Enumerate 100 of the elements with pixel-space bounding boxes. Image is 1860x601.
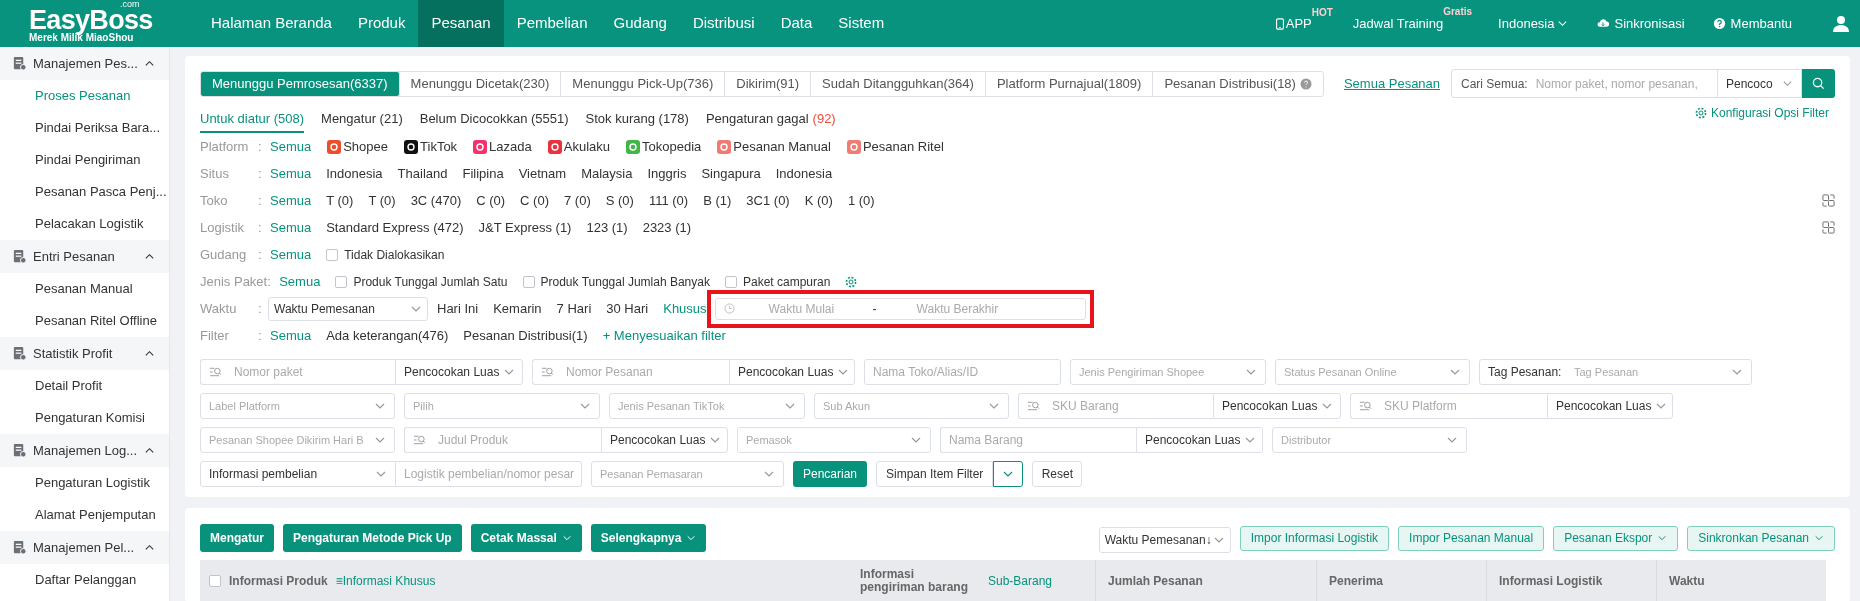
filter-option[interactable]: C (0) xyxy=(476,190,506,211)
purchase-info-select[interactable]: Informasi pembelian xyxy=(200,461,396,487)
copy-icon[interactable] xyxy=(1822,221,1835,234)
filter-option[interactable]: 123 (1) xyxy=(586,217,628,238)
filter-option[interactable]: Singapura xyxy=(701,163,761,184)
search-button[interactable]: Pencarian xyxy=(793,461,867,487)
sidebar-item[interactable]: Pesanan Manual xyxy=(0,273,169,305)
sidebar-group-header[interactable]: Entri Pesanan xyxy=(0,240,169,273)
sub-tab[interactable]: Untuk diatur (508) xyxy=(200,106,305,133)
sidebar-item[interactable]: Pindai Pengiriman xyxy=(0,144,169,176)
date-range-field[interactable]: Waktu Mulai - Waktu Berakhir xyxy=(714,297,1086,320)
filter-option[interactable]: Semua xyxy=(270,190,312,211)
secondary-action-button[interactable]: Pesanan Ekspor xyxy=(1553,525,1679,551)
secondary-action-button[interactable]: Impor Informasi Logistik xyxy=(1239,525,1390,551)
status-tab[interactable]: Menunggu Pemrosesan(6337) xyxy=(201,71,399,96)
filter-option[interactable]: Shopee xyxy=(326,136,389,157)
nav-tab[interactable]: Data xyxy=(767,0,826,47)
filter-option[interactable]: 7 Hari xyxy=(556,298,592,319)
filter-option[interactable]: K (0) xyxy=(804,190,833,211)
filter-option[interactable]: Semua xyxy=(270,163,312,184)
filter-option[interactable]: B (1) xyxy=(703,190,732,211)
secondary-action-button[interactable]: Sinkronkan Pesanan xyxy=(1687,525,1835,551)
filter-option[interactable]: Kemarin xyxy=(493,298,542,319)
nav-tab[interactable]: Pembelian xyxy=(503,0,601,47)
filter-option[interactable]: Lazada xyxy=(472,136,532,157)
sidebar-item[interactable]: Pesanan Pasca Penj... xyxy=(0,176,169,208)
reset-button[interactable]: Reset xyxy=(1032,461,1083,487)
sidebar-item[interactable]: Pelacakan Logistik xyxy=(0,208,169,240)
filter-option[interactable]: J&T Express (1) xyxy=(478,217,572,238)
secondary-action-button[interactable]: Impor Pesanan Manual xyxy=(1398,525,1545,551)
settings-icon[interactable] xyxy=(845,275,858,288)
nav-tab[interactable]: Halaman Beranda xyxy=(198,0,345,47)
sidebar-group-header[interactable]: Statistik Profit xyxy=(0,337,169,370)
app-link[interactable]: APP xyxy=(1273,13,1312,34)
filter-option[interactable]: Malaysia xyxy=(581,163,633,184)
nav-tab[interactable]: Distribusi xyxy=(679,0,768,47)
filter-option[interactable]: Semua xyxy=(270,244,312,265)
filter-option[interactable]: Akulaku xyxy=(546,136,610,157)
nav-tab[interactable]: Sistem xyxy=(825,0,898,47)
sort-select[interactable]: Waktu Pemesanan↓ xyxy=(1098,526,1231,553)
filter-option[interactable]: Semua xyxy=(270,136,312,157)
all-orders-link[interactable]: Semua Pesanan xyxy=(1343,73,1441,94)
filter-option[interactable]: 3C1 (0) xyxy=(746,190,790,211)
sub-tab[interactable]: Mengatur (21) xyxy=(321,106,403,133)
customize-filter-link[interactable]: + Menyesuaikan filter xyxy=(602,325,726,346)
checkbox[interactable] xyxy=(209,575,221,587)
action-button[interactable]: Pengaturan Metode Pick Up xyxy=(283,524,462,552)
filter-option[interactable]: 1 (0) xyxy=(847,190,875,211)
filter-option[interactable]: 30 Hari xyxy=(606,298,649,319)
status-tab[interactable]: Platform Purnajual(1809) xyxy=(984,71,1153,96)
filter-option[interactable]: Semua xyxy=(279,271,321,292)
filter-option[interactable]: Standard Express (472) xyxy=(326,217,464,238)
filter-option[interactable]: C (0) xyxy=(520,190,549,211)
sidebar-item[interactable]: Pengaturan Logistik xyxy=(0,467,169,499)
filter-option[interactable]: Khusus xyxy=(663,298,707,319)
filter-option[interactable]: Pesanan Ritel xyxy=(845,136,944,157)
filter-option[interactable]: Thailand xyxy=(397,163,448,184)
filter-option[interactable]: Filipina xyxy=(462,163,504,184)
filter-option[interactable]: Vietnam xyxy=(518,163,567,184)
filter-config-link[interactable]: Konfigurasi Opsi Filter xyxy=(1694,104,1829,122)
status-tab[interactable]: Dikirim(91) xyxy=(724,71,811,96)
filter-option[interactable]: Ada keterangan(476) xyxy=(326,325,449,346)
select-field[interactable]: Tag Pesanan: Tag Pesanan xyxy=(1479,359,1752,385)
match-select[interactable]: Pencocokan Luas xyxy=(601,427,728,453)
copy-icon[interactable] xyxy=(1822,194,1835,207)
filter-option[interactable]: 111 (0) xyxy=(648,190,689,211)
checkbox[interactable] xyxy=(335,275,348,288)
checkbox[interactable] xyxy=(522,275,535,288)
filter-option[interactable]: 7 (0) xyxy=(564,190,591,211)
sidebar-item[interactable]: Daftar Pelanggan xyxy=(0,564,169,596)
filter-option[interactable]: Pesanan Distribusi(1) xyxy=(463,325,588,346)
filter-option[interactable]: Hari Ini xyxy=(437,298,479,319)
match-select[interactable]: Pencocokan Luas xyxy=(729,359,855,385)
sidebar-group-header[interactable]: Manajemen Log... xyxy=(0,434,169,467)
training-link[interactable]: Jadwal Training xyxy=(1352,13,1444,34)
sidebar-item[interactable]: Alamat Penjemputan xyxy=(0,499,169,531)
sidebar-item[interactable]: Proses Pesanan xyxy=(0,80,169,112)
language-select[interactable]: Indonesia xyxy=(1498,13,1569,34)
sidebar-group-header[interactable]: Manajemen Pes... xyxy=(0,47,169,80)
filter-option[interactable]: Semua xyxy=(270,217,312,238)
nav-tab[interactable]: Produk xyxy=(344,0,419,47)
dropdown-button[interactable] xyxy=(993,461,1024,487)
match-select[interactable]: Pencocokan Luas xyxy=(395,359,523,385)
action-button[interactable]: Mengatur xyxy=(200,524,274,552)
help-link[interactable]: Membantu xyxy=(1712,13,1792,34)
time-type-select[interactable]: Waktu Pemesanan xyxy=(268,296,428,321)
status-tab[interactable]: Pesanan Distribusi(18) xyxy=(1152,71,1323,96)
checkbox[interactable] xyxy=(326,248,339,261)
filter-option[interactable]: Semua xyxy=(270,325,312,346)
search-field[interactable]: Cari Semua: Nomor paket, nomor pesanan, Pencoco xyxy=(1451,69,1802,98)
filter-option[interactable]: Tokopedia xyxy=(625,136,702,157)
nav-tab[interactable]: Gudang xyxy=(600,0,680,47)
nav-tab[interactable]: Pesanan xyxy=(418,0,504,47)
status-tab[interactable]: Sudah Ditangguhkan(364) xyxy=(810,71,985,96)
sub-tab[interactable]: Stok kurang (178) xyxy=(585,106,689,133)
status-tab[interactable]: Menunggu Pick-Up(736) xyxy=(560,71,725,96)
filter-option[interactable]: Pesanan Manual xyxy=(716,136,831,157)
filter-option[interactable]: 2323 (1) xyxy=(642,217,692,238)
sidebar-item[interactable]: Pengaturan Komisi xyxy=(0,402,169,434)
sidebar-item[interactable]: Detail Profit xyxy=(0,370,169,402)
